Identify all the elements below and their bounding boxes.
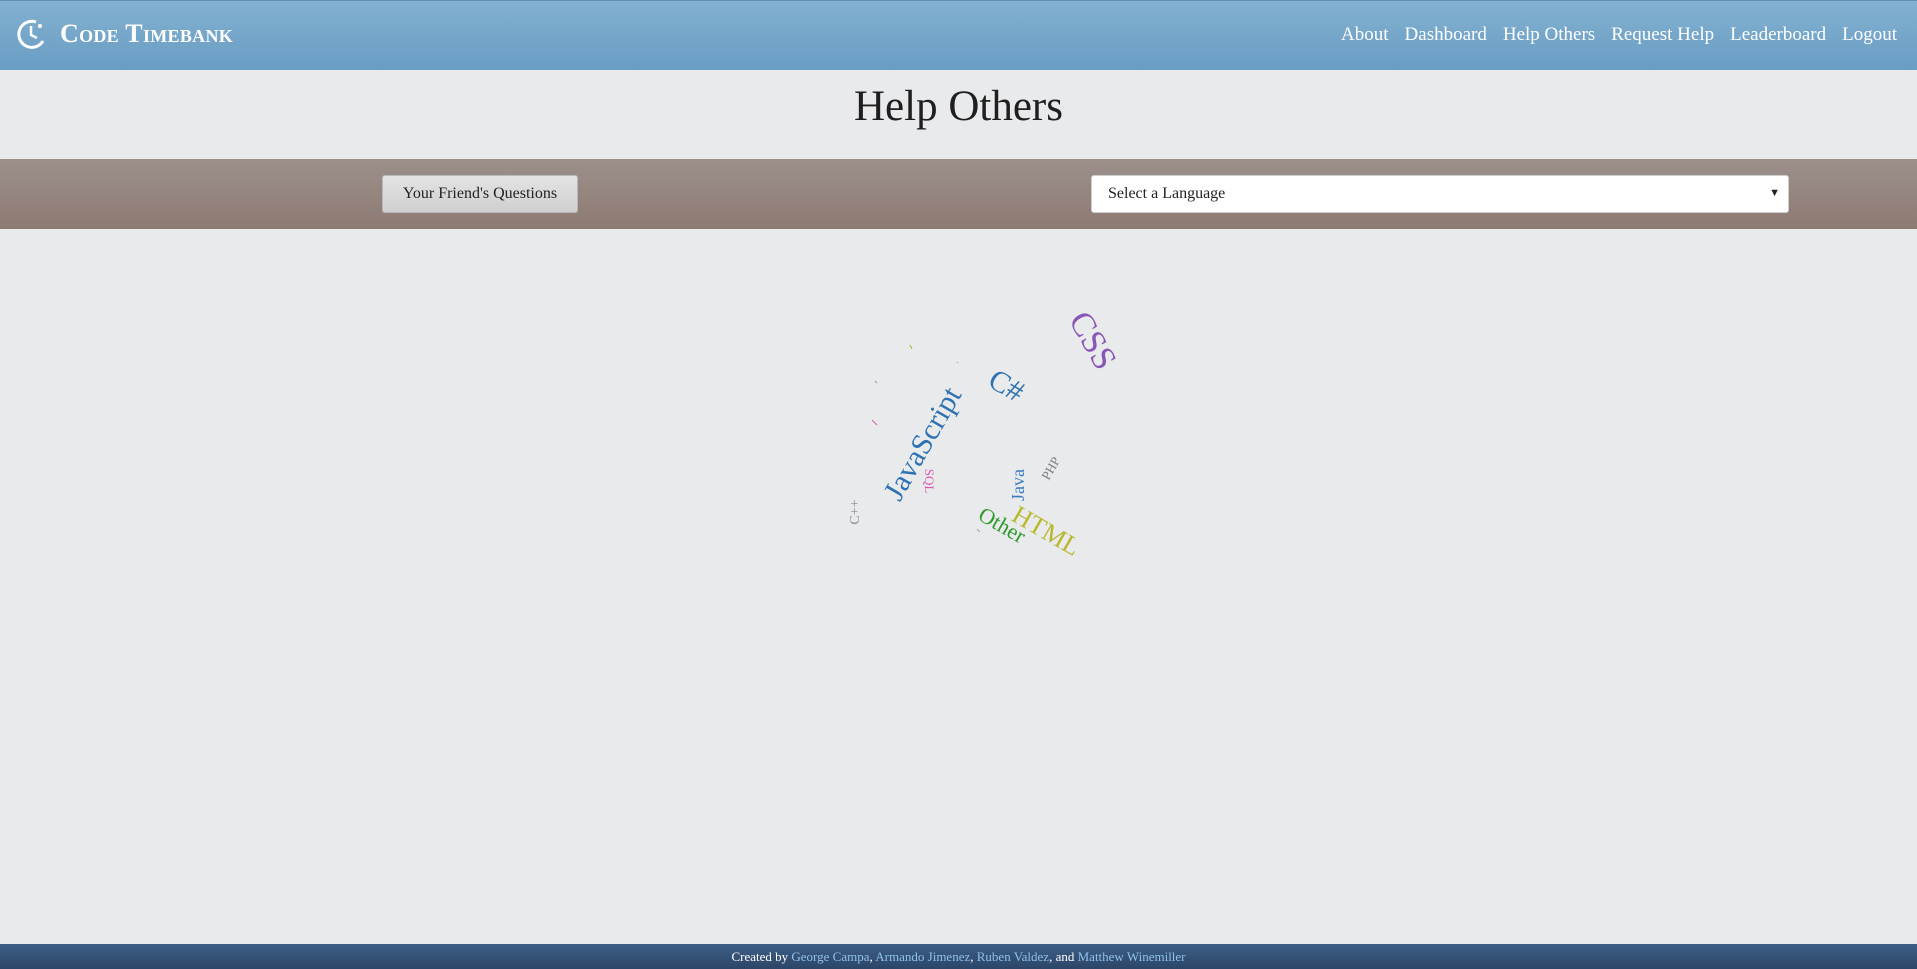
- word-css[interactable]: CSS: [1061, 305, 1123, 376]
- language-select-value: Select a Language: [1108, 185, 1226, 202]
- dropdown-caret-icon: ▼: [1769, 187, 1780, 199]
- cloud-fragment: [874, 380, 878, 384]
- word-php[interactable]: PHP: [1038, 454, 1063, 482]
- cloud-fragment: [909, 344, 913, 350]
- footer-separator: ,: [970, 949, 974, 964]
- nav-help-others[interactable]: Help Others: [1503, 24, 1595, 46]
- word-sql[interactable]: SQL: [922, 469, 937, 494]
- cloud-fragment: [871, 419, 878, 426]
- word-html[interactable]: HTML: [1007, 500, 1085, 562]
- nav-about[interactable]: About: [1341, 24, 1389, 46]
- clock-logo-icon: [17, 19, 45, 49]
- main-nav: About Dashboard Help Others Request Help…: [1341, 24, 1897, 46]
- author-ruben-valdez-link[interactable]: Ruben Valdez: [977, 949, 1049, 964]
- footer-prefix: Created by: [731, 949, 789, 964]
- brand-name: Code Timebank: [60, 19, 234, 48]
- word-cpp[interactable]: C++: [848, 499, 863, 524]
- cloud-fragment: [976, 528, 981, 533]
- author-armando-jimenez-link[interactable]: Armando Jimenez: [875, 949, 970, 964]
- author-matthew-winemiller-link[interactable]: Matthew Winemiller: [1078, 949, 1186, 964]
- filter-bar: Your Friend's Questions Select a Languag…: [0, 159, 1917, 229]
- friends-questions-button[interactable]: Your Friend's Questions: [382, 175, 578, 213]
- top-navbar: Code Timebank About Dashboard Help Other…: [0, 0, 1917, 70]
- page-title: Help Others: [854, 83, 1063, 130]
- nav-leaderboard[interactable]: Leaderboard: [1730, 24, 1826, 46]
- brand-home-link[interactable]: Code Timebank: [14, 14, 233, 54]
- nav-request-help[interactable]: Request Help: [1611, 24, 1714, 46]
- word-java[interactable]: Java: [1008, 469, 1028, 501]
- nav-logout[interactable]: Logout: [1842, 24, 1897, 46]
- author-george-campa-link[interactable]: George Campa: [791, 949, 869, 964]
- language-select[interactable]: Select a Language ▼: [1091, 175, 1789, 213]
- word-csharp[interactable]: C#: [983, 363, 1030, 409]
- footer-separator: ,: [869, 949, 873, 964]
- footer: Created by George Campa, Armando Jimenez…: [0, 944, 1917, 969]
- cloud-fragment: [956, 361, 959, 364]
- footer-separator: , and: [1049, 949, 1075, 964]
- nav-dashboard[interactable]: Dashboard: [1405, 24, 1487, 46]
- language-word-cloud: CSS C# JavaScript SQL Java PHP C++ Other…: [848, 305, 1123, 562]
